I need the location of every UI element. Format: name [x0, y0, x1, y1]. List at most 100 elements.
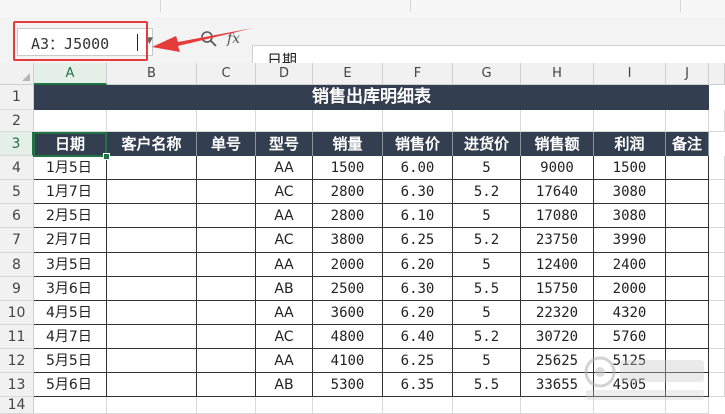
row-header-1[interactable]: 1 [0, 85, 34, 110]
cell-empty[interactable] [521, 397, 594, 414]
table-cell[interactable] [197, 301, 256, 325]
table-cell[interactable]: 3600 [313, 301, 383, 325]
table-cell[interactable]: 5.2 [453, 180, 521, 204]
table-cell[interactable]: 6.25 [383, 228, 453, 253]
table-cell[interactable] [197, 204, 256, 228]
table-cell[interactable]: 5.5 [453, 277, 521, 301]
table-cell[interactable] [107, 325, 197, 349]
cell-empty[interactable] [709, 110, 725, 132]
row-header-3[interactable]: 3 [0, 132, 34, 156]
row-header-12[interactable]: 12 [0, 349, 34, 373]
table-cell[interactable] [197, 156, 256, 180]
table-cell[interactable]: 6.20 [383, 301, 453, 325]
table-cell[interactable]: 17640 [521, 180, 594, 204]
table-cell[interactable]: 5300 [313, 373, 383, 397]
table-cell[interactable]: 4100 [313, 349, 383, 373]
cell-empty[interactable] [383, 110, 453, 132]
row-header-14[interactable]: 14 [0, 397, 34, 414]
table-cell[interactable]: 3080 [594, 204, 666, 228]
table-cell[interactable]: 22320 [521, 301, 594, 325]
table-cell[interactable]: 5125 [594, 349, 666, 373]
table-cell[interactable]: 3080 [594, 180, 666, 204]
table-cell[interactable]: 6.35 [383, 373, 453, 397]
table-cell[interactable]: 1月7日 [34, 180, 107, 204]
table-cell[interactable]: 1月5日 [34, 156, 107, 180]
cell-empty[interactable] [34, 110, 107, 132]
row-header-7[interactable]: 7 [0, 228, 34, 253]
table-cell[interactable]: 5 [453, 156, 521, 180]
table-cell[interactable]: 2月5日 [34, 204, 107, 228]
table-cell[interactable]: 6.30 [383, 277, 453, 301]
column-title-4[interactable]: 销量 [313, 132, 383, 156]
table-cell[interactable]: 4月7日 [34, 325, 107, 349]
row-header-8[interactable]: 8 [0, 253, 34, 277]
table-cell[interactable]: 2400 [594, 253, 666, 277]
cell-empty[interactable] [256, 110, 313, 132]
table-cell[interactable]: 1500 [594, 156, 666, 180]
table-cell[interactable]: 3800 [313, 228, 383, 253]
table-cell[interactable]: 5月5日 [34, 349, 107, 373]
table-cell[interactable]: 4800 [313, 325, 383, 349]
table-cell[interactable]: 6.30 [383, 180, 453, 204]
column-header-b[interactable]: B [107, 63, 197, 85]
table-cell[interactable]: AA [256, 204, 313, 228]
column-title-9[interactable]: 备注 [666, 132, 709, 156]
cell-empty[interactable] [107, 397, 197, 414]
cell-empty[interactable] [107, 110, 197, 132]
column-header-h[interactable]: H [521, 63, 594, 85]
column-header-next[interactable] [709, 63, 725, 85]
table-cell[interactable] [107, 253, 197, 277]
column-title-2[interactable]: 单号 [197, 132, 256, 156]
table-cell[interactable]: 3月5日 [34, 253, 107, 277]
cell-empty[interactable] [709, 253, 725, 277]
row-header-11[interactable]: 11 [0, 325, 34, 349]
column-header-g[interactable]: G [453, 63, 521, 85]
table-cell[interactable] [666, 156, 709, 180]
table-cell[interactable] [666, 301, 709, 325]
cell-empty[interactable] [521, 110, 594, 132]
cell-empty[interactable] [709, 325, 725, 349]
table-cell[interactable] [666, 277, 709, 301]
table-cell[interactable] [197, 253, 256, 277]
table-cell[interactable]: 3990 [594, 228, 666, 253]
table-cell[interactable]: AB [256, 277, 313, 301]
table-cell[interactable] [666, 228, 709, 253]
table-cell[interactable] [107, 301, 197, 325]
table-cell[interactable]: 6.00 [383, 156, 453, 180]
zoom-icon[interactable] [200, 30, 218, 48]
cell-empty[interactable] [383, 397, 453, 414]
cell-empty[interactable] [709, 373, 725, 397]
table-cell[interactable]: 3月6日 [34, 277, 107, 301]
cell-empty[interactable] [709, 349, 725, 373]
table-cell[interactable] [197, 373, 256, 397]
table-cell[interactable]: AC [256, 228, 313, 253]
table-cell[interactable]: 5 [453, 204, 521, 228]
cell-empty[interactable] [594, 397, 666, 414]
table-cell[interactable] [666, 204, 709, 228]
row-header-5[interactable]: 5 [0, 180, 34, 204]
cell-empty[interactable] [453, 397, 521, 414]
column-title-6[interactable]: 进货价 [453, 132, 521, 156]
table-cell[interactable]: 4505 [594, 373, 666, 397]
column-title-5[interactable]: 销售价 [383, 132, 453, 156]
table-cell[interactable]: 5760 [594, 325, 666, 349]
table-cell[interactable] [666, 373, 709, 397]
table-cell[interactable] [107, 204, 197, 228]
table-cell[interactable] [107, 349, 197, 373]
cell-empty[interactable] [313, 110, 383, 132]
table-cell[interactable]: 2500 [313, 277, 383, 301]
table-cell[interactable]: 2000 [313, 253, 383, 277]
table-cell[interactable]: 17080 [521, 204, 594, 228]
row-header-4[interactable]: 4 [0, 156, 34, 180]
table-cell[interactable]: AA [256, 349, 313, 373]
column-title-1[interactable]: 客户名称 [107, 132, 197, 156]
cell-empty[interactable] [313, 397, 383, 414]
table-cell[interactable] [107, 373, 197, 397]
cell-empty[interactable] [594, 110, 666, 132]
table-cell[interactable] [107, 228, 197, 253]
cell-empty[interactable] [34, 397, 107, 414]
table-cell[interactable]: 6.25 [383, 349, 453, 373]
row-header-9[interactable]: 9 [0, 277, 34, 301]
table-cell[interactable]: 25625 [521, 349, 594, 373]
column-header-i[interactable]: I [594, 63, 666, 85]
